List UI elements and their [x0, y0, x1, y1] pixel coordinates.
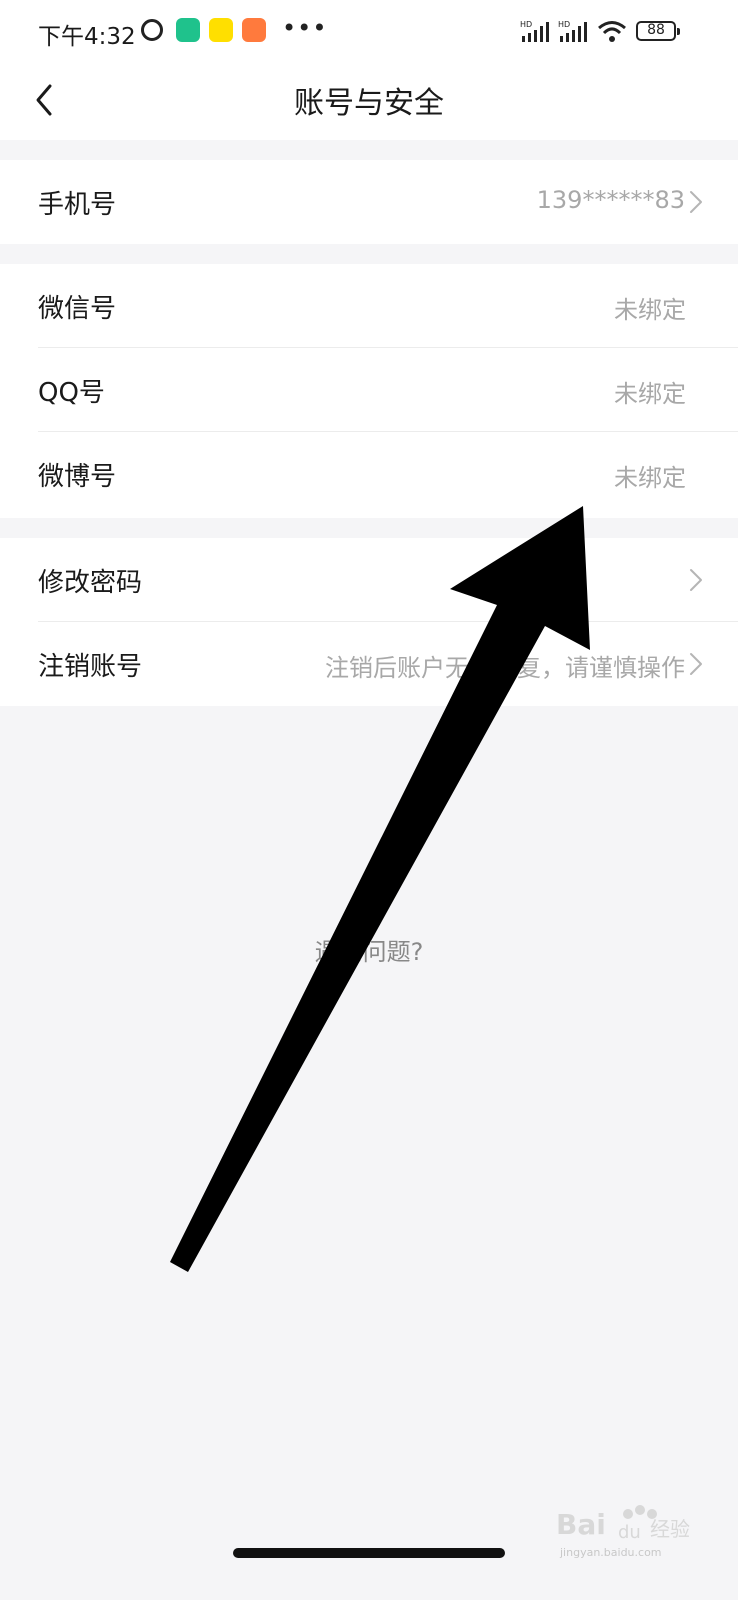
nav-bar: 账号与安全 [0, 64, 738, 140]
help-link[interactable]: 遇到问题? [0, 932, 738, 967]
battery-level: 88 [647, 22, 665, 38]
cancel-account-hint: 注销后账户无法恢复，请谨慎操作 [325, 654, 685, 682]
binding-status: 未绑定 [614, 380, 686, 408]
binding-status: 未绑定 [614, 296, 686, 324]
app-icon [176, 18, 200, 42]
binding-status: 未绑定 [614, 464, 686, 492]
row-label: 注销账号 [38, 652, 143, 682]
alarm-icon [141, 19, 163, 41]
battery-icon: 88 [636, 21, 680, 41]
qq-row[interactable]: QQ号 未绑定 [0, 348, 738, 432]
svg-text:HD: HD [558, 20, 570, 29]
chevron-right-icon [690, 653, 702, 675]
wechat-row[interactable]: 微信号 未绑定 [0, 264, 738, 348]
chevron-right-icon [690, 569, 702, 591]
hd-signal-icon: HD [558, 20, 587, 42]
row-label: 微博号 [38, 462, 117, 492]
change-password-row[interactable]: 修改密码 [0, 538, 738, 622]
app-icon [209, 18, 233, 42]
svg-text:HD: HD [520, 20, 532, 29]
more-dots-icon: ••• [282, 14, 328, 42]
status-bar: 下午4:32 ••• HD HD 88 [0, 0, 738, 64]
status-time: 下午4:32 [38, 24, 136, 50]
hd-signal-icon: HD [520, 20, 549, 42]
watermark-url: jingyan.baidu.com [560, 1546, 662, 1559]
home-indicator[interactable] [233, 1548, 505, 1558]
chevron-right-icon [690, 191, 702, 213]
phone-value: 139******83 [536, 186, 685, 214]
svg-text:du: du [618, 1522, 641, 1543]
phone-section: 手机号 139******83 [0, 160, 738, 244]
phone-row[interactable]: 手机号 139******83 [0, 160, 738, 244]
page-title: 账号与安全 [294, 86, 444, 121]
app-icon [242, 18, 266, 42]
weibo-row[interactable]: 微博号 未绑定 [0, 432, 738, 516]
svg-text:经验: 经验 [650, 1517, 690, 1541]
svg-text:Bai: Bai [556, 1508, 606, 1541]
row-label: 微信号 [38, 294, 117, 324]
baidu-watermark-logo: Bai du 经验 [556, 1505, 690, 1543]
account-actions-section: 修改密码 注销账号 注销后账户无法恢复，请谨慎操作 [0, 538, 738, 706]
row-label: 修改密码 [38, 568, 143, 598]
cancel-account-row[interactable]: 注销账号 注销后账户无法恢复，请谨慎操作 [0, 622, 738, 706]
row-label: 手机号 [38, 190, 117, 220]
wifi-icon [598, 21, 626, 42]
bindings-section: 微信号 未绑定 QQ号 未绑定 微博号 未绑定 [0, 264, 738, 518]
row-label: QQ号 [38, 378, 105, 408]
